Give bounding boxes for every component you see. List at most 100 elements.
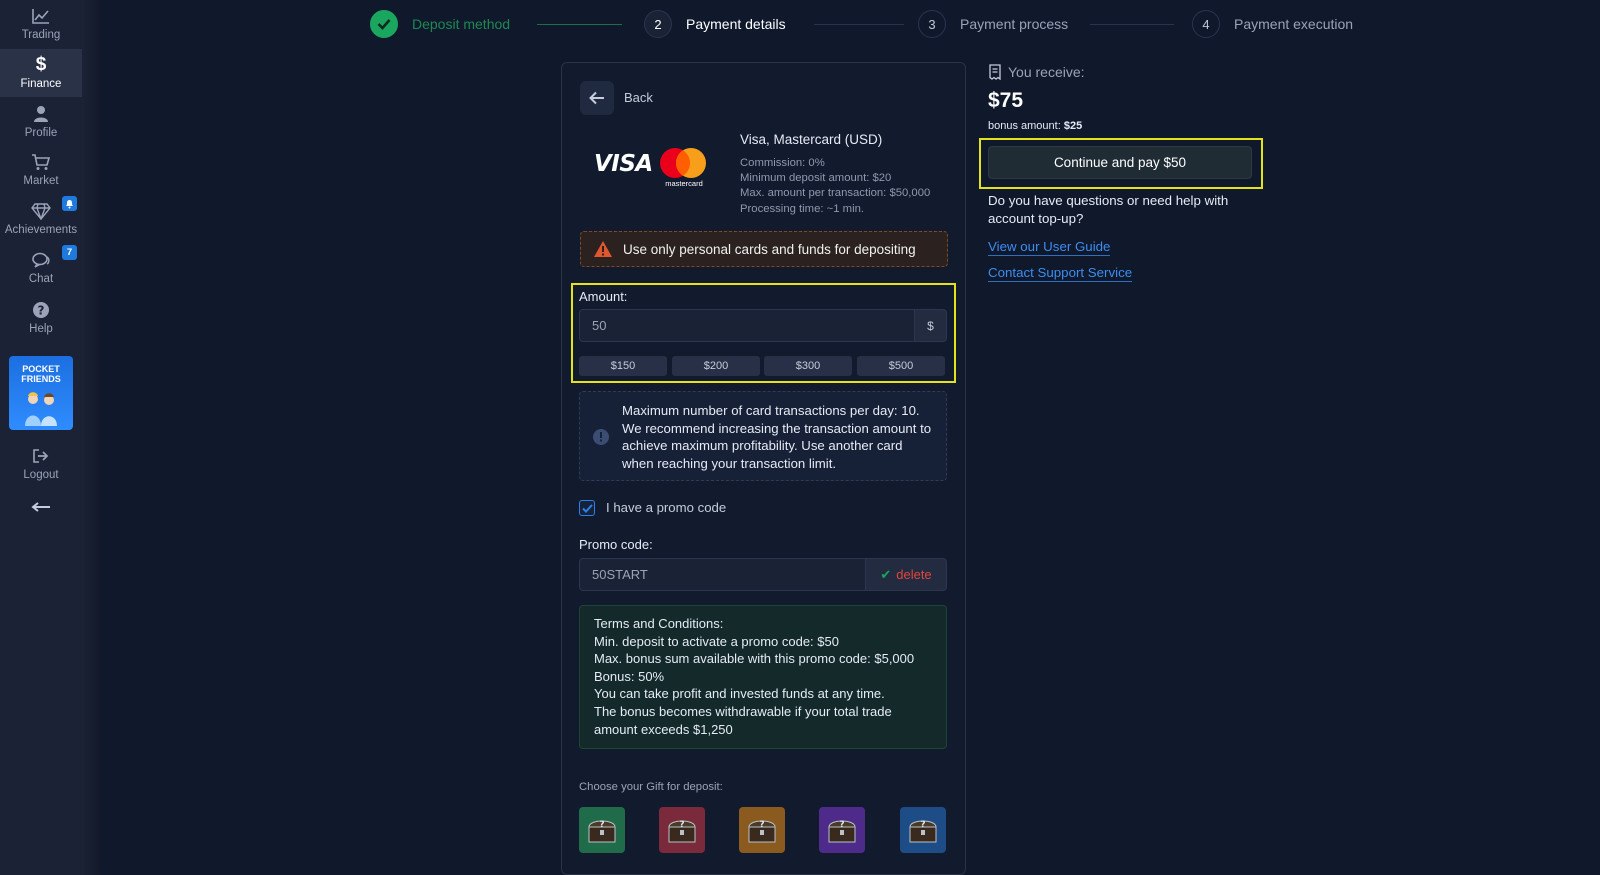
- sidebar-item-achievements[interactable]: Achievements: [0, 195, 82, 243]
- step-number: 4: [1192, 10, 1220, 38]
- sidebar-item-logout[interactable]: Logout: [0, 440, 82, 488]
- chest-icon: ?: [588, 820, 616, 843]
- friends-illustration-icon: [25, 392, 57, 426]
- banner-line-1: POCKET: [22, 364, 60, 374]
- method-title: Visa, Mastercard (USD): [740, 132, 883, 147]
- step-connector: [537, 24, 622, 25]
- step-number: 3: [918, 10, 946, 38]
- bonus-value: $25: [1063, 120, 1083, 132]
- sidebar-item-label: Profile: [24, 127, 58, 139]
- arrow-left-icon: [589, 91, 604, 105]
- terms-line: Min. deposit to activate a promo code: $…: [594, 633, 839, 649]
- step-label: Deposit method: [412, 16, 511, 32]
- cart-icon: [31, 152, 51, 172]
- receive-amount: $75: [988, 89, 1024, 112]
- terms-and-conditions: Terms and Conditions: Min. deposit to ac…: [579, 605, 947, 749]
- terms-line: You can take profit and invested funds a…: [594, 686, 885, 702]
- dollar-icon: $: [35, 54, 47, 75]
- max-amount-text: Max. amount per transaction: $50,000: [740, 187, 931, 200]
- chest-icon: ?: [828, 820, 856, 843]
- terms-line: amount exceeds $1,250: [594, 721, 733, 737]
- promo-code-input[interactable]: 50START: [579, 558, 866, 591]
- contact-support-link[interactable]: Contact Support Service: [988, 265, 1133, 282]
- sidebar: Trading $ Finance Profile Market Achieve…: [0, 0, 82, 875]
- sidebar-divider: [82, 0, 100, 875]
- step-connector: [1090, 24, 1174, 25]
- terms-line: Bonus: 50%: [594, 668, 665, 684]
- chest-icon: ?: [668, 820, 696, 843]
- gift-label: Choose your Gift for deposit:: [579, 781, 723, 793]
- step-deposit-method[interactable]: Deposit method: [370, 10, 510, 38]
- mastercard-logo: mastercard: [658, 145, 710, 189]
- step-payment-execution: 4 Payment execution: [1192, 10, 1353, 38]
- visa-logo: VISA: [594, 151, 653, 177]
- quick-amount-500-button[interactable]: $500: [857, 356, 945, 376]
- step-label: Payment execution: [1234, 16, 1354, 32]
- svg-text:?: ?: [679, 820, 684, 830]
- step-payment-details: 2 Payment details: [644, 10, 786, 38]
- sidebar-item-label: Trading: [21, 29, 61, 41]
- deposit-stepper: Deposit method 2 Payment details 3 Payme…: [370, 10, 1360, 40]
- gift-chest-red[interactable]: ?: [659, 807, 705, 853]
- check-icon: [581, 503, 593, 513]
- receive-label-text: You receive:: [1008, 64, 1085, 80]
- promo-code-checkbox-label[interactable]: I have a promo code: [606, 500, 726, 515]
- step-label: Payment details: [686, 16, 786, 32]
- promo-delete-button[interactable]: ✔ delete: [866, 558, 947, 591]
- sidebar-item-profile[interactable]: Profile: [0, 98, 82, 146]
- svg-text:?: ?: [920, 820, 925, 830]
- check-icon: ✔: [880, 566, 892, 582]
- banner-line-2: FRIENDS: [21, 374, 61, 384]
- sidebar-item-help[interactable]: ? Help: [0, 294, 82, 342]
- svg-text:?: ?: [839, 820, 844, 830]
- chat-count-badge: 7: [62, 245, 77, 260]
- sidebar-item-trading[interactable]: Trading: [0, 0, 82, 48]
- step-payment-process: 3 Payment process: [918, 10, 1068, 38]
- warning-text: Use only personal cards and funds for de…: [623, 241, 916, 257]
- step-number: 2: [644, 10, 672, 38]
- warning-icon: [594, 241, 612, 257]
- commission-text: Commission: 0%: [740, 157, 825, 169]
- sidebar-item-label: Logout: [23, 469, 59, 481]
- back-button[interactable]: [580, 81, 614, 115]
- quick-amount-300-button[interactable]: $300: [764, 356, 852, 376]
- gift-chest-green[interactable]: ?: [579, 807, 625, 853]
- gift-chest-purple[interactable]: ?: [819, 807, 865, 853]
- bonus-label: bonus amount:: [988, 120, 1061, 132]
- continue-pay-button[interactable]: Continue and pay $50: [988, 146, 1252, 179]
- back-label[interactable]: Back: [624, 90, 653, 105]
- question-icon: ?: [31, 300, 51, 320]
- chest-icon: ?: [748, 820, 776, 843]
- sidebar-item-chat[interactable]: Chat 7: [0, 244, 82, 292]
- help-question: Do you have questions or need help with …: [988, 193, 1229, 226]
- step-label: Payment process: [960, 16, 1069, 32]
- logout-icon: [31, 446, 51, 466]
- sidebar-item-label: Chat: [28, 273, 54, 285]
- currency-label: $: [915, 309, 947, 342]
- processing-time-text: Processing time: ~1 min.: [740, 202, 865, 215]
- receipt-icon: [989, 64, 1001, 80]
- quick-amount-150-button[interactable]: $150: [579, 356, 667, 376]
- amount-input[interactable]: 50: [579, 309, 915, 342]
- terms-line: Terms and Conditions:: [594, 616, 724, 631]
- svg-text:?: ?: [759, 820, 764, 830]
- info-icon: [593, 429, 609, 445]
- sidebar-item-market[interactable]: Market: [0, 146, 82, 194]
- user-icon: [31, 104, 51, 124]
- sidebar-item-label: Help: [29, 323, 53, 335]
- amount-label: Amount:: [579, 289, 628, 304]
- quick-amount-200-button[interactable]: $200: [672, 356, 760, 376]
- pocket-friends-banner[interactable]: POCKET FRIENDS: [9, 356, 73, 430]
- promo-code-checkbox[interactable]: [579, 500, 595, 516]
- svg-text:?: ?: [38, 304, 45, 318]
- user-guide-link[interactable]: View our User Guide: [988, 239, 1111, 256]
- delete-label: delete: [896, 567, 932, 582]
- arrow-left-icon[interactable]: [31, 500, 51, 518]
- chest-icon: ?: [909, 820, 937, 843]
- gift-chest-orange[interactable]: ?: [739, 807, 785, 853]
- sidebar-item-finance[interactable]: $ Finance: [0, 49, 82, 97]
- terms-line: Max. bonus sum available with this promo…: [594, 651, 915, 667]
- gift-chest-blue[interactable]: ?: [900, 807, 946, 853]
- transaction-limit-info: Maximum number of card transactions per …: [579, 391, 947, 481]
- chart-line-icon: [31, 6, 51, 26]
